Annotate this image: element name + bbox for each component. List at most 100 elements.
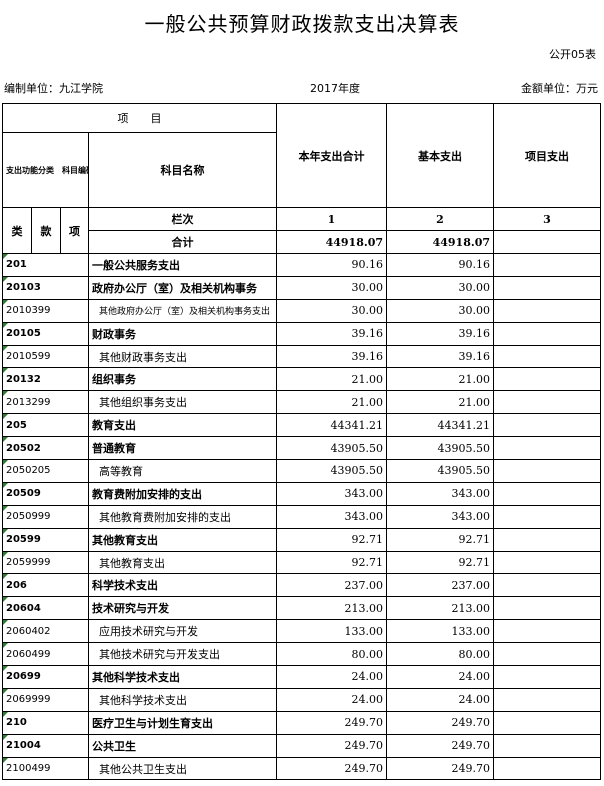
basic-amount-text: 90.16 — [458, 258, 491, 272]
basic-amount: 24.00 — [386, 665, 494, 689]
subject-code: 205 — [2, 413, 89, 438]
total-amount-text: 30.00 — [351, 281, 384, 295]
func-code-header: 支出功能分类 科目编码 — [2, 132, 89, 208]
table-row: 20699 其他科学技术支出 24.00 24.00 — [2, 665, 601, 689]
subject-name: 其他教育支出 — [88, 527, 277, 552]
table-row: 20132 组织事务 21.00 21.00 — [2, 367, 601, 392]
basic-amount: 24.00 — [386, 687, 494, 712]
total-amount: 21.00 — [276, 367, 387, 392]
subject-name-text: 公共卫生 — [92, 739, 136, 753]
basic-amount-text: 39.16 — [458, 327, 491, 341]
project-amount — [493, 367, 601, 392]
table-row: 2059999 其他教育支出 92.71 92.71 — [2, 550, 601, 575]
subject-code: 20502 — [2, 436, 89, 461]
total-amount-text: 30.00 — [351, 304, 384, 318]
table-row: 20502 普通教育 43905.50 43905.50 — [2, 436, 601, 461]
total-amount: 43905.50 — [276, 459, 387, 483]
subject-name: 技术研究与开发 — [88, 596, 277, 621]
cell-marker-icon — [3, 277, 8, 282]
basic-amount: 43905.50 — [386, 436, 494, 461]
total-amount: 92.71 — [276, 550, 387, 575]
project-amount — [493, 527, 601, 552]
basic-amount: 43905.50 — [386, 459, 494, 483]
basic-amount-text: 30.00 — [458, 281, 491, 295]
table-row: 2069999 其他科学技术支出 24.00 24.00 — [2, 687, 601, 712]
cell-marker-icon — [3, 597, 8, 603]
basic-amount-text: 24.00 — [458, 670, 491, 684]
table-row: 201 一般公共服务支出 90.16 90.16 — [2, 253, 601, 277]
cell-marker-icon — [3, 712, 8, 717]
subject-name-text: 其他教育支出 — [92, 533, 158, 547]
subject-name-text: 科学技术支出 — [92, 579, 158, 593]
col-basic-header: 基本支出 — [386, 103, 494, 208]
cell-marker-icon — [3, 460, 8, 466]
table-row: 2060499 其他技术研究与开发支出 80.00 80.00 — [2, 642, 601, 667]
subject-name-text: 高等教育 — [99, 464, 143, 478]
subject-name: 教育支出 — [88, 413, 277, 438]
total-amount: 249.70 — [276, 710, 387, 735]
basic-amount-text: 237.00 — [451, 578, 491, 592]
subject-code: 201 — [2, 253, 89, 277]
project-amount — [493, 596, 601, 621]
basic-amount: 249.70 — [386, 710, 494, 735]
subject-name: 其他教育费附加安排的支出 — [88, 504, 277, 529]
total-amount: 237.00 — [276, 573, 387, 598]
col-project-header: 项目支出 — [493, 103, 601, 208]
subject-code-text: 20132 — [6, 373, 41, 385]
subject-name: 其他科学技术支出 — [88, 687, 277, 712]
cell-marker-icon — [3, 620, 8, 626]
subject-name-text: 医疗卫生与计划生育支出 — [92, 716, 213, 730]
subject-code: 21004 — [2, 733, 89, 758]
total-amount-text: 249.70 — [344, 739, 384, 753]
total-basic: 44918.07 — [386, 230, 494, 254]
subject-name-text: 一般公共服务支出 — [92, 258, 180, 272]
kuan-header: 款 — [31, 207, 61, 254]
subject-code: 20509 — [2, 481, 89, 506]
subject-code: 20103 — [2, 275, 89, 300]
subject-name: 其他教育支出 — [88, 550, 277, 575]
total-amount-text: 249.70 — [344, 716, 384, 730]
subject-name: 其他公共卫生支出 — [88, 756, 277, 781]
total-amount-text: 43905.50 — [330, 441, 384, 455]
subject-name-text: 其他组织事务支出 — [99, 396, 187, 410]
subject-code: 2050999 — [2, 504, 89, 529]
total-amount-text: 90.16 — [351, 258, 384, 272]
basic-amount-text: 249.70 — [451, 716, 491, 730]
page-title: 一般公共预算财政拨款支出决算表 — [144, 12, 460, 36]
basic-amount: 80.00 — [386, 642, 494, 667]
subject-code-text: 2059999 — [6, 557, 51, 569]
lei-header: 类 — [2, 207, 32, 254]
subject-code-text: 20599 — [6, 534, 41, 546]
subject-name-header: 科目名称 — [88, 132, 277, 208]
col-total-header: 本年支出合计 — [276, 103, 387, 208]
basic-amount: 133.00 — [386, 619, 494, 644]
total-amount: 24.00 — [276, 687, 387, 712]
basic-amount-text: 249.70 — [451, 739, 491, 753]
subject-name: 政府办公厅（室）及相关机构事务 — [88, 275, 277, 300]
subject-code: 20699 — [2, 665, 89, 689]
basic-amount: 30.00 — [386, 298, 494, 323]
cell-marker-icon — [3, 346, 8, 351]
basic-amount-text: 21.00 — [458, 372, 491, 386]
basic-amount: 44341.21 — [386, 413, 494, 438]
total-amount: 24.00 — [276, 665, 387, 689]
basic-amount: 21.00 — [386, 390, 494, 415]
project-amount — [493, 321, 601, 346]
subject-code-text: 2100499 — [6, 763, 51, 775]
table-row: 2010599 其他财政事务支出 39.16 39.16 — [2, 344, 601, 369]
subject-code: 20604 — [2, 596, 89, 621]
subject-code: 2010399 — [2, 298, 89, 323]
cell-marker-icon — [3, 506, 8, 511]
subject-code-text: 20502 — [6, 442, 41, 454]
total-amount-text: 44341.21 — [330, 418, 384, 432]
basic-amount-text: 43905.50 — [437, 464, 491, 478]
subject-code: 210 — [2, 710, 89, 735]
total-amount-text: 92.71 — [351, 533, 384, 547]
table-row: 2100499 其他公共卫生支出 249.70 249.70 — [2, 756, 601, 781]
subject-code-text: 2069999 — [6, 694, 51, 706]
total-amount-text: 43905.50 — [330, 464, 384, 478]
basic-amount: 237.00 — [386, 573, 494, 598]
total-amount-text: 21.00 — [351, 372, 384, 386]
project-amount — [493, 253, 601, 277]
total-amount: 249.70 — [276, 733, 387, 758]
